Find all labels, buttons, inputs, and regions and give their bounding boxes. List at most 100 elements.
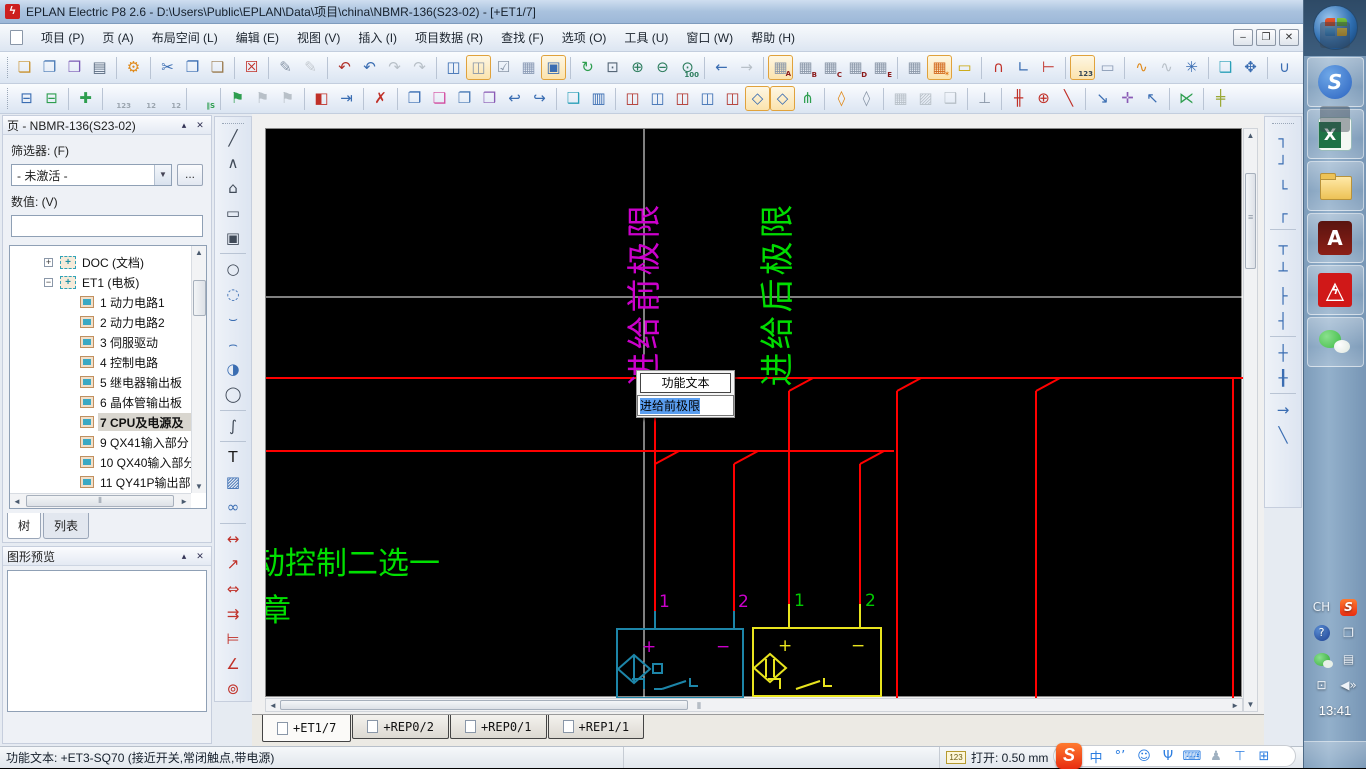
draw-polygon[interactable]: ⌂ bbox=[220, 175, 246, 200]
corner-down-right[interactable]: ┌ bbox=[1270, 201, 1296, 226]
device-navigate-4[interactable]: ◫ bbox=[695, 86, 720, 111]
menu-options[interactable]: 选项 (O) bbox=[553, 25, 616, 50]
tree-page-7[interactable]: 7 CPU及电源及 bbox=[10, 412, 206, 432]
redo-list[interactable]: ↷ bbox=[407, 55, 432, 80]
scroll-up-icon[interactable]: ▲ bbox=[192, 248, 206, 257]
note-text-1[interactable]: 动控制二选一 bbox=[266, 546, 440, 582]
grid-a[interactable]: ▦ A bbox=[768, 55, 793, 80]
tray-sogou[interactable]: S bbox=[1340, 598, 1357, 616]
logic-branch[interactable]: ⊢ bbox=[1036, 55, 1061, 80]
ime-toolbox-grid[interactable]: ⊞ bbox=[1252, 749, 1276, 764]
grid-c[interactable]: ▦ C bbox=[818, 55, 843, 80]
menu-view[interactable]: 视图 (V) bbox=[288, 25, 349, 50]
window-tile[interactable]: ◫ bbox=[441, 55, 466, 80]
t-contact[interactable]: ╫ bbox=[1006, 86, 1031, 111]
drawing-canvas[interactable]: 进给前极限 进给后极限 动控制二选一 章 1 2 + − 1 2 + − bbox=[265, 128, 1243, 698]
cut[interactable]: ✂ bbox=[155, 55, 180, 80]
sheet-tab-rep0-2[interactable]: +REP0/2 bbox=[352, 715, 449, 739]
edit-value-123[interactable]: 123 bbox=[1070, 55, 1095, 80]
tab-tree[interactable]: 树 bbox=[7, 513, 42, 539]
corner-down-left[interactable]: ┐ bbox=[1270, 126, 1296, 151]
draw-sector[interactable]: ◑ bbox=[220, 357, 246, 382]
plugin-puzzle[interactable]: ✚ bbox=[73, 86, 98, 111]
flag-settings[interactable]: ⚑ bbox=[250, 86, 275, 111]
tree-page-11[interactable]: 11 QY41P输出部分 bbox=[10, 472, 206, 492]
zoom-in[interactable]: ⊕ bbox=[625, 55, 650, 80]
flag-complete[interactable]: ⚑ bbox=[225, 86, 250, 111]
scroll-down-icon[interactable]: ▼ bbox=[192, 482, 206, 491]
device-navigate-3[interactable]: ◫ bbox=[670, 86, 695, 111]
taskbar-file-explorer[interactable] bbox=[1306, 161, 1364, 211]
tree-hscroll-thumb[interactable]: ⦀ bbox=[26, 495, 174, 507]
tree-page-2[interactable]: 2 动力电路2 bbox=[10, 312, 206, 332]
symbol-diamond-2[interactable]: ◇ bbox=[770, 86, 795, 111]
toolbar-grip[interactable] bbox=[7, 56, 8, 79]
insert-table[interactable]: ▦ bbox=[516, 55, 541, 80]
taskbar-wechat[interactable] bbox=[1306, 317, 1364, 367]
undo-to-point[interactable]: ↶ bbox=[332, 55, 357, 80]
dim-aligned[interactable]: ↗ bbox=[220, 551, 246, 576]
draw-rectangle-2[interactable]: ▣ bbox=[220, 225, 246, 250]
scroll-down-icon[interactable]: ▼ bbox=[1244, 700, 1257, 709]
draw-rectangle[interactable]: ▭ bbox=[220, 200, 246, 225]
jump-node[interactable]: ╂ bbox=[1270, 365, 1296, 390]
menu-project[interactable]: 项目 (P) bbox=[32, 25, 93, 50]
structure-check[interactable]: ‖S bbox=[191, 86, 216, 111]
menu-help[interactable]: 帮助 (H) bbox=[742, 25, 804, 50]
show-desktop-button[interactable] bbox=[1304, 741, 1366, 768]
scroll-left-icon[interactable]: ◄ bbox=[13, 497, 21, 506]
t-node-up[interactable]: ┴ bbox=[1270, 258, 1296, 283]
tray-help[interactable]: ? bbox=[1313, 625, 1330, 641]
taskbar-eplan[interactable] bbox=[1306, 265, 1364, 315]
toolbar-grip[interactable] bbox=[7, 88, 10, 109]
canvas-hscroll-thumb[interactable] bbox=[280, 700, 701, 712]
draw-ellipse[interactable]: ◯ bbox=[220, 382, 246, 407]
canvas-horizontal-scrollbar[interactable]: ◄ ► bbox=[265, 698, 1243, 712]
corner-up-right[interactable]: └ bbox=[1270, 176, 1296, 201]
page-tree-view[interactable]: ⊟ bbox=[14, 86, 39, 111]
connection-line[interactable]: ╲ bbox=[1270, 422, 1296, 447]
draw-line[interactable]: ╱ bbox=[220, 125, 246, 150]
draw-polyline[interactable]: ∧ bbox=[220, 150, 246, 175]
format-brush[interactable]: ✎ bbox=[273, 55, 298, 80]
undo[interactable]: ↶ bbox=[357, 55, 382, 80]
menu-layout-space[interactable]: 布局空间 (L) bbox=[143, 25, 227, 50]
minimize-button[interactable]: – bbox=[1233, 29, 1253, 46]
t-node-down[interactable]: ┬ bbox=[1270, 233, 1296, 258]
delete-selection[interactable]: ☒ bbox=[239, 55, 264, 80]
device-navigate-5[interactable]: ◫ bbox=[720, 86, 745, 111]
new-project[interactable]: ❏ bbox=[12, 55, 37, 80]
tree-node-doc[interactable]: + + DOC (文档) bbox=[10, 252, 206, 272]
page-check[interactable]: ☑ bbox=[491, 55, 516, 80]
tooltip-edit-field[interactable]: 进给前极限 bbox=[637, 395, 734, 416]
scroll-right-icon[interactable]: ► bbox=[180, 497, 188, 506]
sheet-tab-rep1-1[interactable]: +REP1/1 bbox=[547, 715, 645, 739]
corner-arrow[interactable]: ↘ bbox=[1090, 86, 1115, 111]
device-navigate-2[interactable]: ◫ bbox=[645, 86, 670, 111]
wire-drop-2[interactable] bbox=[733, 450, 759, 611]
ime-voice-mic[interactable]: Ψ bbox=[1156, 749, 1180, 764]
insert-hyperlink[interactable]: ∞ bbox=[220, 495, 246, 520]
previous-page[interactable]: ↩ bbox=[502, 86, 527, 111]
ime-emoji[interactable]: ☺ bbox=[1132, 749, 1156, 764]
ime-skin-shirt[interactable]: ⊤ bbox=[1228, 749, 1252, 764]
value-input[interactable] bbox=[11, 215, 203, 237]
tray-clipboard[interactable]: ▤ bbox=[1343, 652, 1354, 666]
tree-page-5[interactable]: 5 继电器输出板 bbox=[10, 372, 206, 392]
coil-left[interactable]: ◊ bbox=[829, 86, 854, 111]
restore-button[interactable]: ❐ bbox=[1256, 29, 1276, 46]
coordinate-input[interactable]: ∟ bbox=[1011, 55, 1036, 80]
format-brush-gray[interactable]: ✎ bbox=[298, 55, 323, 80]
signal-tracking-off[interactable]: ∿ bbox=[1154, 55, 1179, 80]
next-page[interactable]: ↪ bbox=[527, 86, 552, 111]
scroll-left-icon[interactable]: ◄ bbox=[269, 701, 277, 710]
insert-image[interactable]: ▨ bbox=[220, 470, 246, 495]
corner-arrow-2[interactable]: ↖ bbox=[1140, 86, 1165, 111]
signal-tracking[interactable]: ∿ bbox=[1129, 55, 1154, 80]
forward[interactable]: → bbox=[734, 55, 759, 80]
node-target[interactable]: ✛ bbox=[1115, 86, 1140, 111]
redo[interactable]: ↷ bbox=[382, 55, 407, 80]
cancel-action[interactable]: ✗ bbox=[368, 86, 393, 111]
tree-vertical-scrollbar[interactable]: ▲ ▼ bbox=[191, 246, 206, 493]
dim-baseline[interactable]: ⇉ bbox=[220, 601, 246, 626]
